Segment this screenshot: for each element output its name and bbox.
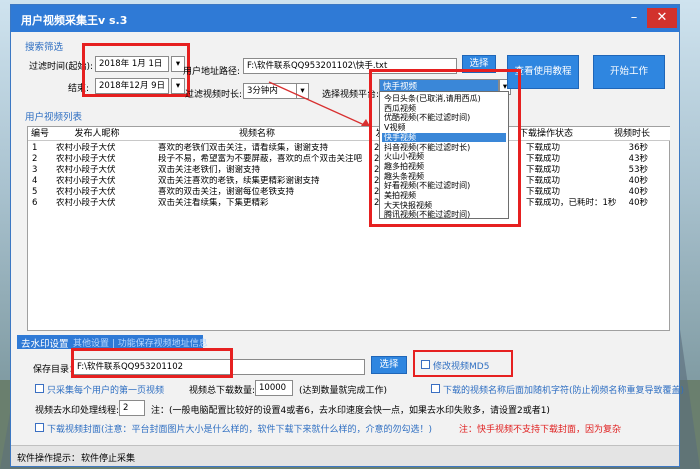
table-cell: 农村小段子大伏	[56, 165, 116, 175]
table-cell: 双击关注喜欢的老铁，续集更精彩谢谢支持	[158, 176, 320, 186]
title-bar[interactable]: 用户视频采集王v s.3 – ✕	[11, 5, 679, 32]
watermark-tab-strip: 去水印设置 其他设置 | 功能保存视频地址信息	[17, 335, 208, 350]
column-header-name[interactable]: 视频名称	[142, 127, 372, 141]
md5-label: 修改视频MD5	[433, 362, 490, 372]
column-header-author[interactable]: 发布人昵称	[52, 127, 142, 141]
table-cell: 双击关注看续集，下集更精彩	[158, 198, 269, 208]
table-cell: 36秒	[628, 143, 648, 153]
table-cell: 下载成功，已耗时：1秒	[526, 198, 617, 208]
start-work-button[interactable]: 开始工作	[593, 55, 665, 89]
table-cell: 农村小段子大伏	[56, 198, 116, 208]
threads-label: 视频去水印处理线程:	[35, 406, 120, 416]
cover-label: 下载视频封面(注意：平台封面图片大小是什么样的，软件下载下来就什么样的，介意的勿…	[47, 425, 433, 435]
random-suffix-label: 下载的视频名称后面加随机字符(防止视频名称重复导致覆盖)	[443, 386, 685, 396]
status-value: 软件停止采集	[81, 454, 136, 464]
threads-input[interactable]: 2	[119, 400, 145, 416]
highlight-save-dir-box	[71, 348, 233, 378]
table-cell: 40秒	[628, 198, 648, 208]
search-group-title: 搜索筛选	[25, 42, 64, 53]
table-cell: 43秒	[628, 154, 648, 164]
column-header-id[interactable]: 编号	[28, 127, 52, 141]
status-bar: 软件操作提示： 软件停止采集	[11, 445, 679, 466]
table-cell: 4	[32, 176, 38, 186]
highlight-platform-box	[369, 69, 521, 227]
total-label: 视频总下载数量:	[189, 386, 256, 396]
table-cell: 农村小段子大伏	[56, 143, 116, 153]
table-cell: 下载成功	[526, 143, 561, 153]
table-cell: 下载成功	[526, 187, 561, 197]
cover-checkbox[interactable]	[35, 423, 44, 432]
table-cell: 农村小段子大伏	[56, 176, 116, 186]
md5-checkbox[interactable]	[421, 360, 430, 369]
column-header-duration[interactable]: 视频时长	[584, 127, 670, 141]
table-cell: 2	[32, 154, 38, 164]
video-list-title: 用户视频列表	[25, 112, 83, 123]
highlight-date-box	[82, 43, 190, 97]
random-suffix-checkbox[interactable]	[431, 384, 440, 393]
total-note: (达到数量就完成工作)	[299, 386, 388, 396]
table-cell: 农村小段子大伏	[56, 187, 116, 197]
main-window: 用户视频采集王v s.3 – ✕ 搜索筛选 过滤时间(起始): 2018年 1月…	[10, 4, 684, 467]
video-list-grid[interactable]: 编号 发布人昵称 视频名称 发 下载操作状态 视频时长 1 农村小段子大伏 喜欢…	[27, 126, 670, 331]
table-cell: 下载成功	[526, 176, 561, 186]
table-cell: 6	[32, 198, 38, 208]
table-cell: 3	[32, 165, 38, 175]
window-title: 用户视频采集王v s.3	[21, 14, 128, 27]
table-cell: 喜欢的双击关注，谢谢每位老铁支持	[158, 187, 295, 197]
status-label: 软件操作提示：	[17, 454, 81, 464]
user-path-label: 用户地址路径:	[183, 67, 241, 77]
table-cell: 53秒	[628, 165, 648, 175]
watermark-group-title[interactable]: 去水印设置	[21, 336, 69, 350]
table-cell: 40秒	[628, 187, 648, 197]
table-cell: 喜欢的老铁们双击关注，请看续集，谢谢支持	[158, 143, 329, 153]
table-cell: 1	[32, 143, 38, 153]
save-dir-browse-button[interactable]: 选择	[371, 356, 407, 374]
table-cell: 下载成功	[526, 165, 561, 175]
table-cell: 5	[32, 187, 38, 197]
table-cell: 40秒	[628, 176, 648, 186]
duration-label: 过滤视频时长:	[185, 90, 243, 100]
minimize-icon[interactable]: –	[623, 8, 645, 28]
only-first-page-checkbox[interactable]	[35, 384, 44, 393]
table-cell: 农村小段子大伏	[56, 154, 116, 164]
cover-warning: 注：快手视频不支持下载封面，因为复杂	[459, 425, 622, 435]
table-cell: 双击关注老铁们，谢谢支持	[158, 165, 261, 175]
threads-note: 注：(一般电脑配置比较好的设置4或者6，去水印速度会快一点，如果去水印失败多，请…	[151, 406, 550, 416]
only-first-page-label: 只采集每个用户的第一页视频	[47, 386, 165, 396]
total-input[interactable]: 10000	[255, 380, 293, 396]
table-cell: 段子不易，希望富为不要屏蔽，喜欢的点个双击关注吧	[158, 154, 363, 164]
video-rows: 1 农村小段子大伏 喜欢的老铁们双击关注，请看续集，谢谢支持 201 下载成功 …	[28, 141, 669, 213]
close-icon[interactable]: ✕	[647, 8, 677, 28]
table-cell: 下载成功	[526, 154, 561, 164]
